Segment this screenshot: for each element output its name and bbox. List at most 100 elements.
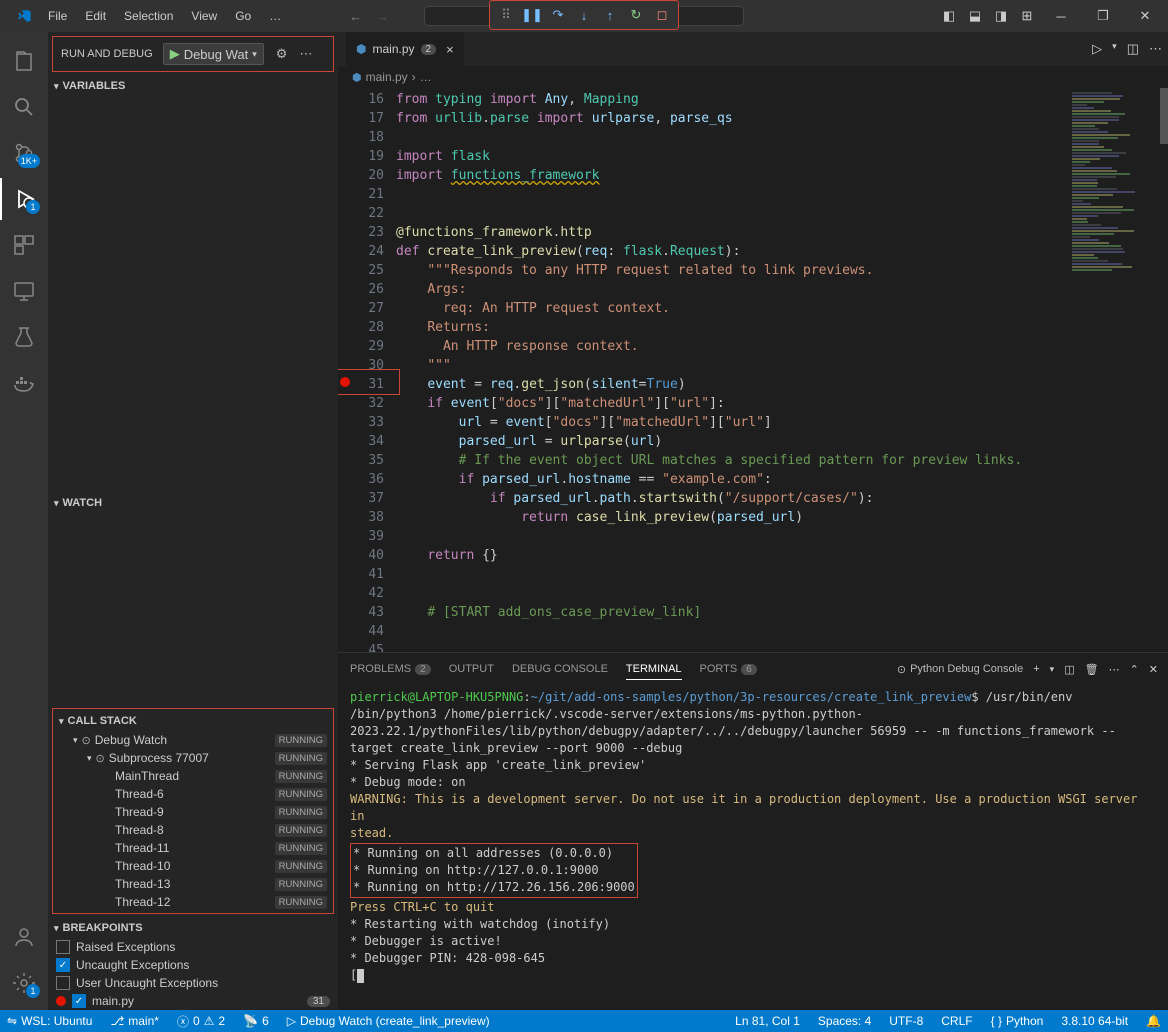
- checkbox-checked-icon[interactable]: ✓: [72, 994, 86, 1008]
- breakpoint-uncaught[interactable]: ✓Uncaught Exceptions: [48, 956, 338, 974]
- layout-left-icon[interactable]: ◧: [938, 5, 960, 27]
- menu-file[interactable]: File: [40, 5, 75, 27]
- debug-step-out-icon[interactable]: ↑: [600, 5, 620, 25]
- debug-step-over-icon[interactable]: ↷: [548, 5, 568, 25]
- watch-section-header[interactable]: ▾WATCH: [48, 493, 338, 513]
- close-panel-icon[interactable]: ✕: [1149, 663, 1158, 676]
- tab-ports[interactable]: PORTS6: [700, 663, 757, 675]
- terminal-highlighted-urls: * Running on all addresses (0.0.0.0) * R…: [350, 843, 638, 898]
- window-close-icon[interactable]: ✕: [1126, 2, 1164, 30]
- split-terminal-icon[interactable]: ◫: [1064, 663, 1074, 676]
- code-editor[interactable]: 1617181920212223242526272829303132333435…: [338, 88, 1168, 652]
- checkbox-icon[interactable]: [56, 976, 70, 990]
- checkbox-checked-icon[interactable]: ✓: [56, 958, 70, 972]
- run-play-icon[interactable]: ▷: [1092, 41, 1102, 57]
- activity-testing-icon[interactable]: [0, 316, 48, 358]
- status-debug[interactable]: ▷Debug Watch (create_link_preview): [284, 1014, 493, 1028]
- activity-run-debug-icon[interactable]: 1: [0, 178, 48, 220]
- breakpoint-dot-icon[interactable]: [340, 377, 350, 387]
- run-dropdown-icon[interactable]: ▾: [1112, 41, 1117, 57]
- breadcrumb[interactable]: ⬢ main.py › …: [338, 66, 1168, 88]
- status-cursor-pos[interactable]: Ln 81, Col 1: [732, 1014, 803, 1028]
- callstack-root[interactable]: ▾⊙ Debug Watch RUNNING: [53, 731, 333, 749]
- tab-terminal[interactable]: TERMINAL: [626, 663, 682, 680]
- debug-settings-icon[interactable]: ⚙: [276, 46, 288, 62]
- window-restore-icon[interactable]: ❐: [1084, 2, 1122, 30]
- status-notifications-icon[interactable]: 🔔: [1143, 1014, 1164, 1028]
- activity-explorer-icon[interactable]: [0, 40, 48, 82]
- activity-source-control-icon[interactable]: 1K+: [0, 132, 48, 174]
- activity-docker-icon[interactable]: [0, 362, 48, 404]
- statusbar: ⇋WSL: Ubuntu ⎇main* ⓧ0 ⚠2 📡6 ▷Debug Watc…: [0, 1010, 1168, 1032]
- terminal-content[interactable]: pierrick@LAPTOP-HKU5PNNG:~/git/add-ons-s…: [338, 685, 1168, 1010]
- status-remote[interactable]: ⇋WSL: Ubuntu: [4, 1014, 95, 1028]
- status-ports[interactable]: 📡6: [240, 1014, 272, 1028]
- debug-pause-icon[interactable]: ❚❚: [522, 5, 542, 25]
- menu-selection[interactable]: Selection: [116, 5, 181, 27]
- debug-more-icon[interactable]: ⋯: [299, 46, 312, 62]
- antenna-icon: 📡: [243, 1014, 258, 1028]
- terminal-dropdown-icon[interactable]: ▾: [1050, 664, 1055, 675]
- minimap[interactable]: [1068, 88, 1168, 652]
- new-terminal-icon[interactable]: +: [1033, 663, 1039, 675]
- callstack-thread[interactable]: Thread-6RUNNING: [53, 785, 333, 803]
- callstack-thread[interactable]: Thread-9RUNNING: [53, 803, 333, 821]
- debug-restart-icon[interactable]: ↻: [626, 5, 646, 25]
- breakpoint-raised[interactable]: Raised Exceptions: [48, 938, 338, 956]
- menu-go[interactable]: Go: [227, 5, 259, 27]
- callstack-thread[interactable]: Thread-13RUNNING: [53, 875, 333, 893]
- status-python-version[interactable]: 3.8.10 64-bit: [1058, 1014, 1131, 1028]
- status-encoding[interactable]: UTF-8: [886, 1014, 926, 1028]
- layout-right-icon[interactable]: ◨: [990, 5, 1012, 27]
- breakpoint-user-uncaught[interactable]: User Uncaught Exceptions: [48, 974, 338, 992]
- status-problems[interactable]: ⓧ0 ⚠2: [174, 1013, 228, 1030]
- debug-stop-icon[interactable]: ◻: [652, 5, 672, 25]
- kill-terminal-icon[interactable]: 🗑: [1085, 663, 1099, 676]
- menu-view[interactable]: View: [183, 5, 225, 27]
- callstack-subprocess[interactable]: ▾⊙ Subprocess 77007 RUNNING: [53, 749, 333, 767]
- callstack-section-header[interactable]: ▾CALL STACK: [53, 711, 333, 731]
- debug-toolbar: ⠿ ❚❚ ↷ ↓ ↑ ↻ ◻: [489, 0, 679, 30]
- callstack-thread[interactable]: MainThreadRUNNING: [53, 767, 333, 785]
- menu-more[interactable]: …: [261, 5, 289, 27]
- activity-remote-explorer-icon[interactable]: [0, 270, 48, 312]
- nav-forward-icon[interactable]: →: [376, 9, 389, 24]
- callstack-thread[interactable]: Thread-8RUNNING: [53, 821, 333, 839]
- debug-config-dropdown[interactable]: ▶ Debug Wat ▾: [163, 43, 264, 65]
- status-eol[interactable]: CRLF: [938, 1014, 975, 1028]
- breakpoint-file[interactable]: ✓main.py31: [48, 992, 338, 1010]
- callstack-thread[interactable]: Thread-11RUNNING: [53, 839, 333, 857]
- split-editor-icon[interactable]: ◫: [1127, 41, 1139, 57]
- tab-output[interactable]: OUTPUT: [449, 663, 494, 675]
- panel-more-icon[interactable]: ⋯: [1109, 663, 1120, 676]
- debug-step-into-icon[interactable]: ↓: [574, 5, 594, 25]
- tab-close-icon[interactable]: ×: [446, 42, 454, 57]
- status-indent[interactable]: Spaces: 4: [815, 1014, 874, 1028]
- callstack-thread[interactable]: Thread-12RUNNING: [53, 893, 333, 911]
- nav-back-icon[interactable]: ←: [349, 9, 362, 24]
- tab-debug-console[interactable]: DEBUG CONSOLE: [512, 663, 608, 675]
- tab-problems[interactable]: PROBLEMS2: [350, 663, 431, 675]
- layout-custom-icon[interactable]: ⊞: [1016, 5, 1038, 27]
- maximize-panel-icon[interactable]: ⌃: [1130, 663, 1139, 676]
- status-language[interactable]: { }Python: [988, 1014, 1047, 1028]
- activity-extensions-icon[interactable]: [0, 224, 48, 266]
- callstack-thread[interactable]: Thread-10RUNNING: [53, 857, 333, 875]
- window-minimize-icon[interactable]: ─: [1042, 2, 1080, 30]
- activity-settings-icon[interactable]: 1: [0, 962, 48, 1004]
- minimap-slider[interactable]: [1160, 88, 1168, 144]
- variables-section-header[interactable]: ▾VARIABLES: [48, 76, 338, 96]
- checkbox-icon[interactable]: [56, 940, 70, 954]
- editor-more-icon[interactable]: ⋯: [1149, 41, 1162, 57]
- status-branch[interactable]: ⎇main*: [107, 1014, 162, 1028]
- breakpoints-section-header[interactable]: ▾BREAKPOINTS: [48, 918, 338, 938]
- tab-main-py[interactable]: ⬢ main.py 2 ×: [346, 32, 465, 66]
- terminal-profile-selector[interactable]: ⊙Python Debug Console: [897, 663, 1023, 676]
- menu-edit[interactable]: Edit: [77, 5, 114, 27]
- activity-accounts-icon[interactable]: [0, 916, 48, 958]
- editor-tabs: ⬢ main.py 2 × ▷ ▾ ◫ ⋯: [338, 32, 1168, 66]
- layout-bottom-icon[interactable]: ⬓: [964, 5, 986, 27]
- debug-grip-icon[interactable]: ⠿: [496, 5, 516, 25]
- activity-search-icon[interactable]: [0, 86, 48, 128]
- code-content[interactable]: from typing import Any, Mappingfrom urll…: [396, 88, 1068, 652]
